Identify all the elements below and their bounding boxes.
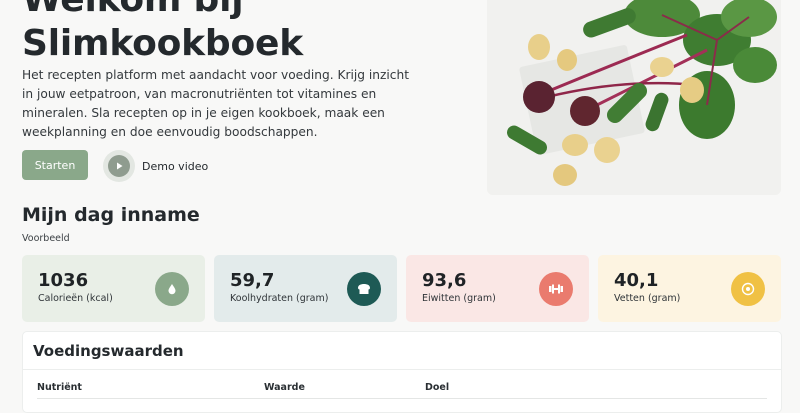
nutrition-panel: Voedingswaarden Nutriënt Waarde Doel: [22, 331, 782, 413]
divider: [23, 369, 781, 370]
calories-label: Calorieën (kcal): [38, 293, 113, 304]
column-header-goal: Doel: [425, 382, 450, 393]
start-button[interactable]: Starten: [22, 150, 88, 180]
protein-label: Eiwitten (gram): [422, 293, 496, 304]
hero-description: Het recepten platform met aandacht voor …: [22, 68, 409, 139]
play-icon: [108, 155, 130, 177]
column-header-nutrient: Nutriënt: [37, 382, 82, 393]
fats-value: 40,1: [614, 270, 659, 291]
protein-card: 93,6 Eiwitten (gram): [406, 255, 589, 322]
fats-card: 40,1 Vetten (gram): [598, 255, 781, 322]
fats-label: Vetten (gram): [614, 293, 681, 304]
hero-title-line-1: Welkom bij: [22, 0, 303, 22]
play-button[interactable]: [103, 150, 135, 182]
nutrition-title: Voedingswaarden: [33, 342, 184, 360]
hero-title-line-2: Slimkookboek: [22, 23, 303, 64]
carbs-label: Koolhydraten (gram): [230, 293, 329, 304]
protein-value: 93,6: [422, 270, 467, 291]
hero-title: Welkom bij Slimkookboek: [22, 0, 303, 66]
bread-icon: [347, 272, 381, 306]
oil-icon: [731, 272, 765, 306]
dumbbell-icon: [539, 272, 573, 306]
hero-vegetables-image: [487, 0, 781, 195]
daily-intake-title: Mijn dag inname: [22, 204, 200, 226]
column-header-value: Waarde: [264, 382, 305, 393]
demo-video-label: Demo video: [142, 159, 209, 173]
demo-video-link[interactable]: Demo video: [103, 150, 208, 182]
drop-icon: [155, 272, 189, 306]
calories-card: 1036 Calorieën (kcal): [22, 255, 205, 322]
carbs-card: 59,7 Koolhydraten (gram): [214, 255, 397, 322]
carbs-value: 59,7: [230, 270, 275, 291]
daily-intake-subtitle: Voorbeeld: [22, 233, 70, 244]
table-header-divider: [37, 398, 767, 399]
calories-value: 1036: [38, 270, 89, 291]
